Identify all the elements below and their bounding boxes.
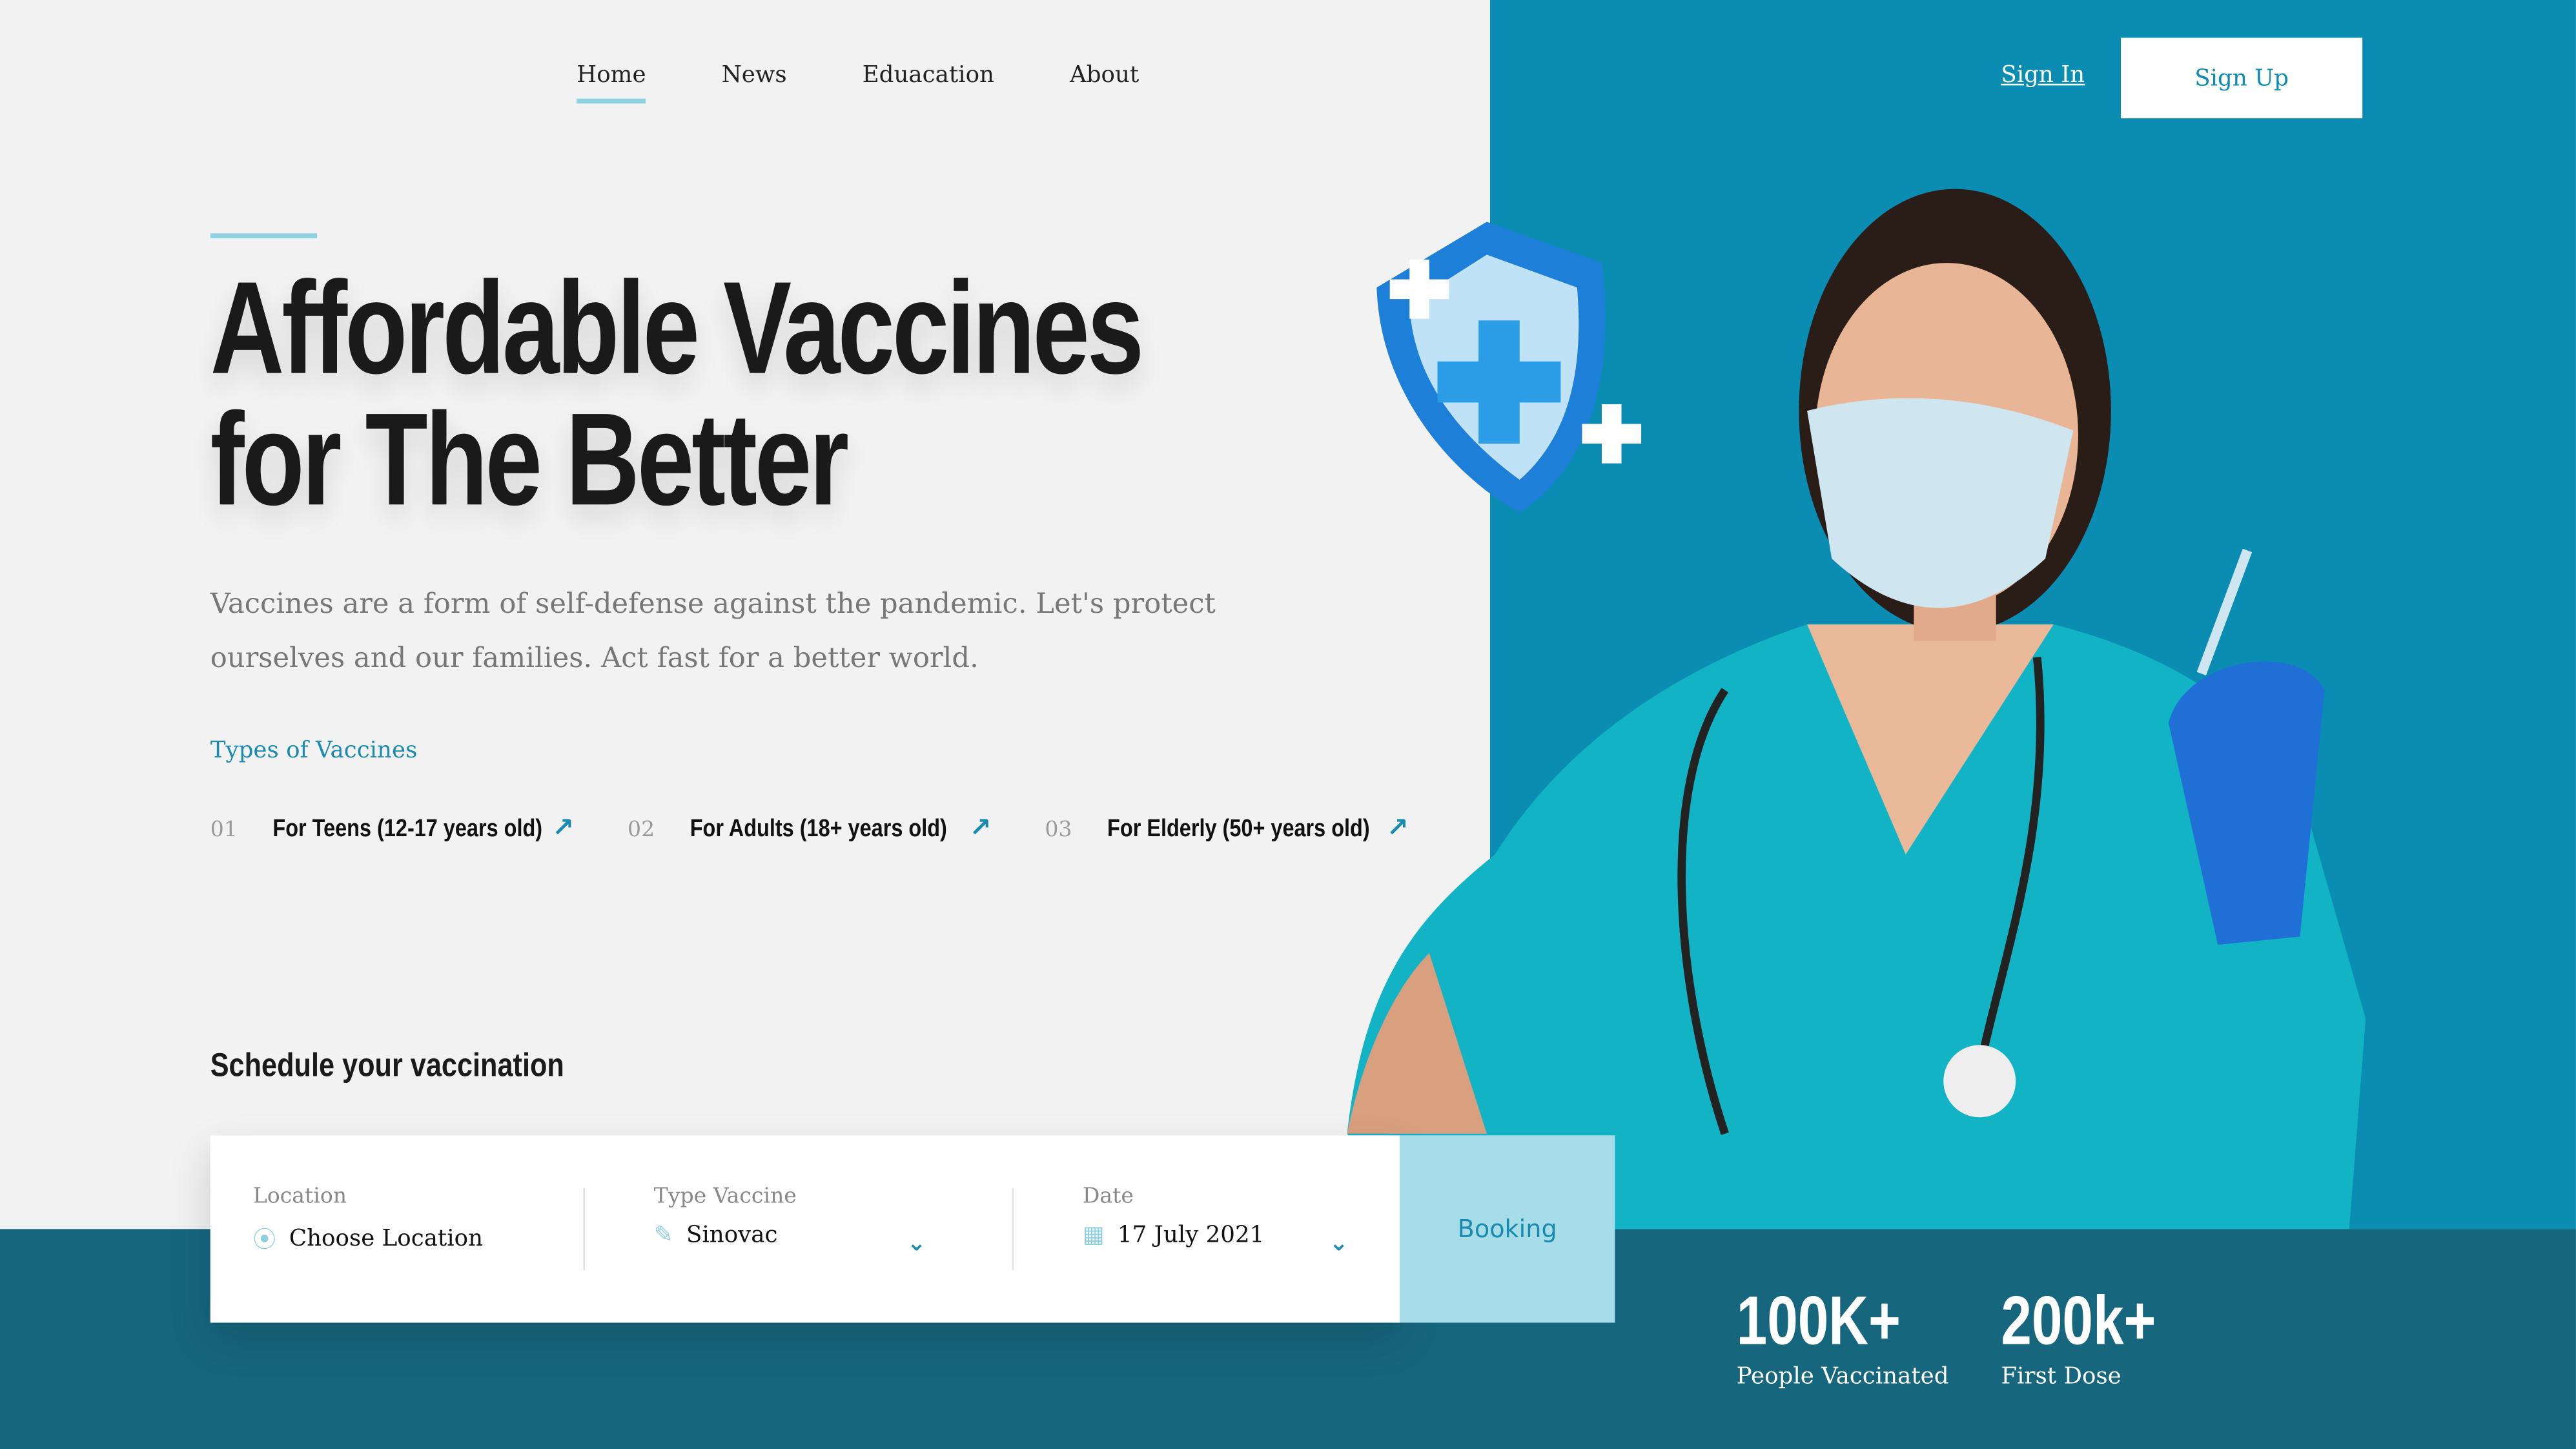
booking-button[interactable]: Booking — [1399, 1135, 1615, 1323]
nav-about[interactable]: About — [1070, 63, 1139, 89]
calendar-icon: ▦ — [1082, 1222, 1105, 1249]
arrow-up-right-icon[interactable]: ↗ — [552, 812, 574, 843]
location-pin-icon: ⦿ — [252, 1227, 276, 1254]
arrow-up-right-icon[interactable]: ↗ — [969, 812, 991, 843]
main-nav: Home News Eduacation About — [577, 63, 1139, 104]
sign-up-button[interactable]: Sign Up — [2121, 37, 2363, 119]
vaccine-type-select[interactable]: Type Vaccine ✎ Sinovac — [654, 1185, 797, 1249]
nav-news[interactable]: News — [722, 63, 787, 89]
arrow-up-right-icon[interactable]: ↗ — [1387, 812, 1409, 843]
stat-people-vaccinated: 100K+ People Vaccinated — [1736, 1281, 1949, 1390]
vaccine-type-elderly[interactable]: 03 For Elderly (50+ years old) ↗ — [1045, 812, 1408, 843]
divider — [1012, 1187, 1014, 1270]
vaccine-type-adults[interactable]: 02 For Adults (18+ years old) ↗ — [628, 812, 991, 843]
title-accent-line — [210, 233, 318, 238]
nav-home[interactable]: Home — [577, 63, 647, 104]
chevron-down-icon[interactable]: ⌄ — [1329, 1231, 1349, 1257]
syringe-icon: ✎ — [653, 1222, 673, 1249]
nav-education[interactable]: Eduacation — [863, 63, 994, 89]
location-field[interactable]: Location ⦿ Choose Location — [253, 1185, 483, 1255]
stat-first-dose: 200k+ First Dose — [2001, 1281, 2156, 1390]
sign-in-link[interactable]: Sign In — [2001, 63, 2085, 89]
page-title: Affordable Vaccines for The Better — [210, 254, 1144, 533]
chevron-down-icon[interactable]: ⌄ — [907, 1231, 926, 1257]
vaccine-type-teens[interactable]: 01 For Teens (12-17 years old) ↗ — [210, 812, 574, 843]
hero-description: Vaccines are a form of self-defense agai… — [210, 588, 1216, 675]
shield-icon — [1376, 221, 1642, 513]
booking-form: Location ⦿ Choose Location Type Vaccine ✎… — [210, 1135, 1400, 1323]
schedule-heading: Schedule your vaccination — [210, 1048, 564, 1085]
divider — [583, 1187, 585, 1270]
types-heading: Types of Vaccines — [210, 737, 418, 765]
date-field[interactable]: Date ▦ 17 July 2021 — [1083, 1185, 1264, 1249]
